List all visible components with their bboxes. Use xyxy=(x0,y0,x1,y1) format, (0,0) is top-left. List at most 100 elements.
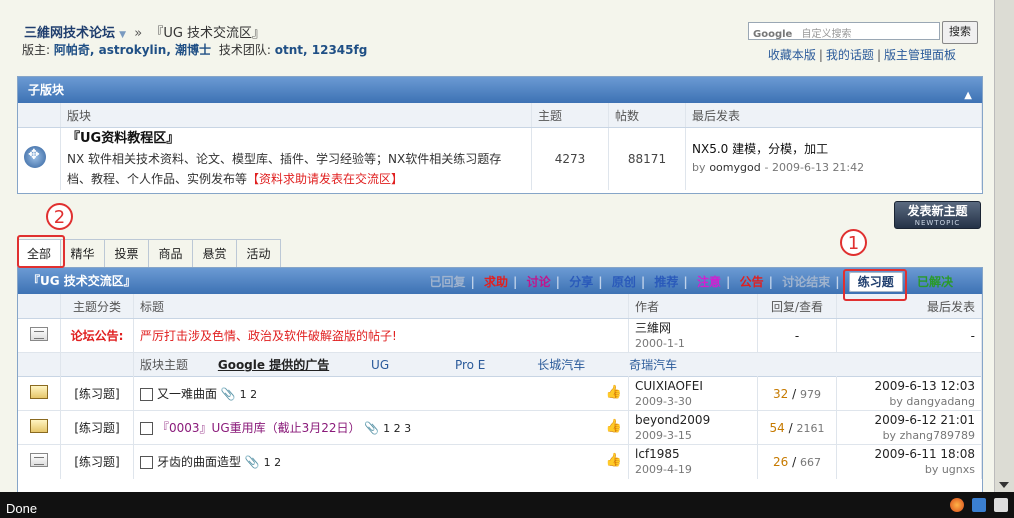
thread-last-time[interactable]: 2009-6-13 12:03 xyxy=(875,379,976,393)
type-share[interactable]: 分享 xyxy=(569,275,593,289)
type-closed[interactable]: 讨论结束 xyxy=(782,275,830,289)
new-topic-label: 发表新主题 xyxy=(907,204,968,218)
thread-last-user[interactable]: by ugnxs xyxy=(925,463,975,476)
announcement-replies: - xyxy=(757,318,837,353)
thread-replies: 26 xyxy=(773,454,789,469)
search-placeholder: 自定义搜索 xyxy=(801,29,852,40)
thread-author[interactable]: beyond2009 xyxy=(635,413,710,427)
thread-author[interactable]: lcf1985 xyxy=(635,447,680,461)
google-logo: Google xyxy=(753,29,793,40)
col-replies: 回复/查看 xyxy=(757,294,837,319)
thread-checkbox[interactable] xyxy=(140,388,153,401)
thread-last-user[interactable]: by dangyadang xyxy=(889,395,975,408)
new-post-icon xyxy=(30,385,48,399)
search-input[interactable]: Google 自定义搜索 xyxy=(748,22,940,40)
thread-title[interactable]: 『0003』UG重用库（截止3月22日） xyxy=(157,421,361,435)
ad-link-greatwall[interactable]: 长城汽车 xyxy=(537,358,585,372)
thread-category[interactable]: [练习题] xyxy=(60,444,134,479)
type-solved[interactable]: 已解决 xyxy=(917,275,953,289)
ads-label: 版块主题 xyxy=(140,358,189,372)
thread-replies: 54 xyxy=(769,420,785,435)
tab-trade[interactable]: 商品 xyxy=(149,239,193,267)
last-post-user[interactable]: oomygod xyxy=(709,161,760,174)
announcement-icon xyxy=(30,327,48,341)
thread-views: 2161 xyxy=(796,421,825,435)
subforum-column-header: 版块 主题 帖数 最后发表 xyxy=(18,103,982,128)
thread-list-panel: 『UG 技术交流区』 已回复 | 求助 | 讨论 | 分享 | 原创 | 推荐 | 注意 | … xyxy=(17,267,983,492)
thread-checkbox[interactable] xyxy=(140,422,153,435)
thread-table: 主题分类 标题 作者 回复/查看 最后发表 论坛公告: 严厉打击涉及色情、政治及… xyxy=(18,294,982,479)
type-original[interactable]: 原创 xyxy=(612,275,636,289)
page-links[interactable]: 1 2 xyxy=(240,388,258,401)
thread-row: [练习题] 牙齿的曲面造型 📎 1 2 👍 lcf1985 2009-4-19 26… xyxy=(18,444,982,479)
dropdown-arrow-icon[interactable]: ▼ xyxy=(119,30,126,40)
ad-link-proe[interactable]: Pro E xyxy=(455,358,485,372)
col-last: 最后发表 xyxy=(685,103,982,128)
type-announce[interactable]: 公告 xyxy=(740,275,764,289)
last-post-title[interactable]: NX5.0 建模，分模，加工 xyxy=(692,142,828,156)
subforum-topics: 4273 xyxy=(531,127,609,190)
favorite-forum-link[interactable]: 收藏本版 xyxy=(768,48,816,62)
thread-last-time[interactable]: 2009-6-12 21:01 xyxy=(875,413,976,427)
thread-checkbox[interactable] xyxy=(140,456,153,470)
new-topic-button[interactable]: 发表新主题 NEWTOPIC xyxy=(894,201,981,229)
page-links[interactable]: 1 2 xyxy=(264,456,282,469)
tab-digest[interactable]: 精华 xyxy=(61,239,105,267)
addon-icon[interactable] xyxy=(994,498,1008,512)
thread-title[interactable]: 牙齿的曲面造型 xyxy=(157,455,241,469)
tab-activity[interactable]: 活动 xyxy=(237,239,281,267)
type-notice[interactable]: 注意 xyxy=(697,275,721,289)
thread-last-time[interactable]: 2009-6-11 18:08 xyxy=(875,447,976,461)
announcement-label: 论坛公告: xyxy=(70,329,124,343)
collapse-icon[interactable]: ▲ xyxy=(964,83,972,109)
moderators-line: 版主: 阿帕奇, astrokylin, 潮博士 技术团队: otnt, 123… xyxy=(22,41,367,58)
subforum-panel: 子版块 ▲ 版块 主题 帖数 最后发表 『UG资料教程区』 NX 软件相关技术资… xyxy=(17,76,983,194)
team-list[interactable]: otnt, 12345fg xyxy=(275,43,368,57)
search-button[interactable]: 搜索 xyxy=(942,21,978,44)
announcement-row: 论坛公告: 严厉打击涉及色情、政治及软件破解盗版的帖子! 三維网 2000-1-1… xyxy=(18,318,982,353)
ad-link-chery[interactable]: 奇瑞汽车 xyxy=(629,358,677,372)
type-replied[interactable]: 已回复 xyxy=(429,275,465,289)
type-discuss[interactable]: 讨论 xyxy=(527,275,551,289)
firefox-icon[interactable] xyxy=(950,498,964,512)
thread-category[interactable]: [练习题] xyxy=(60,410,134,445)
subforum-posts: 88171 xyxy=(608,127,686,190)
thread-views: 667 xyxy=(799,455,821,469)
thread-views: 979 xyxy=(799,387,821,401)
col-posts: 帖数 xyxy=(608,103,686,128)
col-topics: 主题 xyxy=(531,103,609,128)
my-topics-link[interactable]: 我的话题 xyxy=(826,48,874,62)
browser-viewport: 三維网技术论坛 ▼ » 『UG 技术交流区』 版主: 阿帕奇, astrokyl… xyxy=(0,0,994,492)
page-links[interactable]: 1 2 3 xyxy=(383,422,411,435)
tab-reward[interactable]: 悬赏 xyxy=(193,239,237,267)
scroll-down-icon[interactable] xyxy=(999,482,1009,488)
annotation-box-all-tab xyxy=(17,235,65,268)
thumbs-up-icon: 👍 xyxy=(605,453,622,469)
vertical-scrollbar[interactable] xyxy=(994,0,1014,492)
subforum-name[interactable]: 『UG资料教程区』 xyxy=(67,131,179,146)
tool-icon[interactable] xyxy=(972,498,986,512)
new-topic-sub: NEWTOPIC xyxy=(914,219,961,227)
breadcrumb-current: 『UG 技术交流区』 xyxy=(150,26,266,41)
announcement-author[interactable]: 三維网 xyxy=(635,321,671,335)
thumbs-up-icon: 👍 xyxy=(605,419,622,434)
type-recommend[interactable]: 推荐 xyxy=(654,275,678,289)
google-ads-label[interactable]: Google 提供的广告 xyxy=(218,358,329,372)
tab-poll[interactable]: 投票 xyxy=(105,239,149,267)
browser-status-bar: Done xyxy=(0,492,1014,518)
thread-icon xyxy=(30,453,48,468)
announcement-date: 2000-1-1 xyxy=(635,336,685,350)
thread-replies: 32 xyxy=(773,386,789,401)
ad-link-ug[interactable]: UG xyxy=(371,358,389,372)
thread-last-user[interactable]: by zhang789789 xyxy=(883,429,975,442)
announcement-text[interactable]: 严厉打击涉及色情、政治及软件破解盗版的帖子! xyxy=(140,329,397,343)
thread-category[interactable]: [练习题] xyxy=(60,376,134,411)
type-help[interactable]: 求助 xyxy=(484,275,508,289)
moderators-list[interactable]: 阿帕奇, astrokylin, 潮博士 xyxy=(54,43,211,57)
thread-title[interactable]: 又一难曲面 xyxy=(157,387,217,401)
thread-author[interactable]: CUIXIAOFEI xyxy=(635,379,703,393)
moderator-panel-link[interactable]: 版主管理面板 xyxy=(884,48,956,62)
top-links: 收藏本版 | 我的话题 | 版主管理面板 xyxy=(767,48,956,62)
annotation-circle-1: 1 xyxy=(840,229,867,256)
forum-home-link[interactable]: 三維网技术论坛 xyxy=(24,26,115,41)
